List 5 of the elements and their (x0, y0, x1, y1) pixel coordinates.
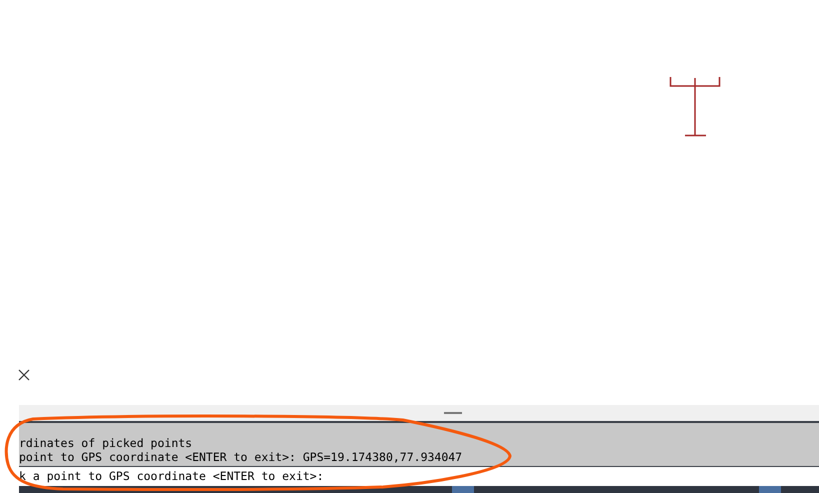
grip-handle[interactable] (444, 412, 462, 414)
history-line: point to GPS coordinate <ENTER to exit>: GPS=19.174380,77.934047 (19, 450, 464, 464)
close-icon[interactable] (18, 369, 30, 381)
crane-symbol-drawing (669, 77, 721, 137)
history-line: rdinates of picked points (19, 436, 194, 450)
